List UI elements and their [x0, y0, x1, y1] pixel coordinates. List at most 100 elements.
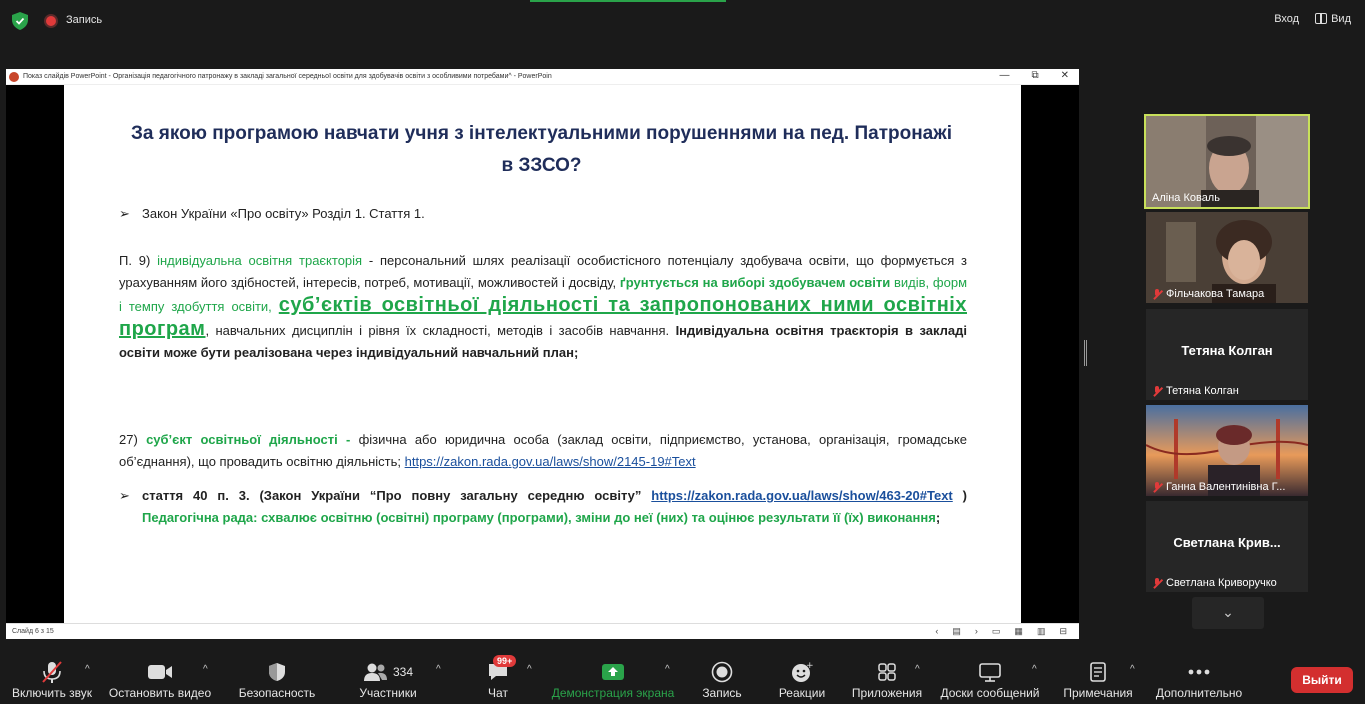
- sidebar-resize-handle[interactable]: [1084, 340, 1087, 366]
- apps-button[interactable]: Приложения: [846, 648, 928, 704]
- chat-label: Чат: [488, 686, 508, 700]
- normal-view-icon[interactable]: ▭: [992, 626, 1001, 637]
- p9-prefix: П. 9): [119, 253, 158, 268]
- ppt-titlebar: Показ слайдів PowerPoint - Організація п…: [6, 69, 1079, 85]
- slide-title: За якою програмою навчати учня з інтелек…: [131, 123, 952, 176]
- muted-mic-icon: [1152, 577, 1162, 589]
- share-options-caret[interactable]: ^: [665, 664, 670, 675]
- participant-tile[interactable]: Тетяна Колган Тетяна Колган: [1146, 309, 1308, 400]
- recording-indicator-icon: [44, 14, 58, 28]
- prev-slide-button[interactable]: ‹: [935, 626, 938, 637]
- participants-icon: [363, 663, 387, 681]
- close-icon[interactable]: ✕: [1061, 70, 1069, 81]
- view-label: Вид: [1331, 13, 1351, 25]
- slide-menu-button[interactable]: ▤: [952, 626, 961, 637]
- p27-prefix: 27): [119, 432, 147, 447]
- recording-label: Запись: [66, 14, 103, 26]
- whiteboards-options-caret[interactable]: ^: [1032, 664, 1037, 675]
- slideshow-view-icon[interactable]: ⊟: [1059, 626, 1067, 637]
- record-button[interactable]: Запись: [692, 648, 752, 704]
- muted-mic-icon: [1152, 481, 1162, 493]
- reactions-button[interactable]: + Реакции: [772, 648, 832, 704]
- record-icon: [711, 661, 733, 683]
- muted-mic-icon: [42, 661, 62, 683]
- apps-icon: [878, 663, 896, 681]
- powerpoint-logo-icon: [9, 71, 19, 82]
- art40-bold: стаття 40 п. 3. (Закон України “Про повн…: [142, 488, 652, 503]
- muted-mic-icon: [1152, 385, 1162, 397]
- leave-meeting-button[interactable]: Выйти: [1291, 667, 1353, 693]
- participant-name: Светлана Криворучко: [1152, 577, 1277, 589]
- sorter-view-icon[interactable]: ▦: [1014, 626, 1023, 637]
- participant-name-text: Аліна Коваль: [1152, 192, 1220, 204]
- security-label: Безопасность: [238, 686, 316, 700]
- bullet-arrow-icon: ➢: [119, 206, 130, 221]
- apps-options-caret[interactable]: ^: [915, 664, 920, 675]
- video-options-caret[interactable]: ^: [203, 664, 208, 675]
- participants-button[interactable]: 334 Участники: [350, 648, 426, 704]
- top-accent-line: [530, 0, 726, 2]
- participant-tile[interactable]: Аліна Коваль: [1144, 114, 1310, 209]
- participants-label: Участники: [359, 686, 417, 700]
- participant-tile[interactable]: Светлана Крив... Светлана Криворучко: [1146, 501, 1308, 592]
- reading-view-icon[interactable]: ▥: [1037, 626, 1046, 637]
- notes-label: Примечания: [1063, 686, 1133, 700]
- p9-term: індивідуальна освітня траєкторія: [157, 253, 363, 268]
- art40-end: ;: [935, 510, 941, 525]
- audio-options-caret[interactable]: ^: [85, 664, 90, 675]
- law-line: Закон України «Про освіту» Розділ 1. Ста…: [142, 206, 425, 221]
- participant-name-text: Тетяна Колган: [1166, 385, 1239, 397]
- whiteboards-button[interactable]: Доски сообщений: [936, 648, 1044, 704]
- participants-count: 334: [392, 665, 414, 679]
- participant-name: Аліна Коваль: [1152, 192, 1220, 204]
- whiteboards-label: Доски сообщений: [940, 686, 1040, 700]
- unmute-button[interactable]: Включить звук: [6, 648, 98, 704]
- stop-video-button[interactable]: Остановить видео: [106, 648, 214, 704]
- reactions-label: Реакции: [778, 686, 826, 700]
- participant-name-text: Светлана Криворучко: [1166, 577, 1277, 589]
- p9-green-bold: ґрунтується на виборі здобувачем освіти: [619, 275, 891, 290]
- participant-display-name: Светлана Крив...: [1173, 535, 1281, 550]
- participant-tile[interactable]: Ганна Валентинівна Г...: [1146, 405, 1308, 496]
- view-button[interactable]: Вид: [1315, 13, 1351, 25]
- chat-button[interactable]: 99+ Чат: [474, 648, 522, 704]
- signin-button[interactable]: Вход: [1274, 13, 1299, 25]
- art40-green: Педагогічна рада: схвалює освітню (освіт…: [142, 510, 936, 525]
- encryption-shield-icon[interactable]: [12, 12, 28, 30]
- slide: За якою програмою навчати учня з інтелек…: [64, 85, 1021, 623]
- participant-name: Ганна Валентинівна Г...: [1152, 481, 1285, 493]
- meeting-top-bar: Запись Вход Вид: [0, 0, 1365, 44]
- participant-tile[interactable]: Фільчакова Тамара: [1146, 212, 1308, 303]
- participant-name-text: Фільчакова Тамара: [1166, 288, 1265, 300]
- more-label: Дополнительно: [1155, 686, 1243, 700]
- svg-text:+: +: [806, 661, 813, 671]
- notes-button[interactable]: Примечания: [1058, 648, 1138, 704]
- slide-counter: Слайд 6 з 15: [12, 628, 54, 635]
- participant-name: Фільчакова Тамара: [1152, 288, 1264, 300]
- slide-area: За якою програмою навчати учня з інтелек…: [6, 85, 1079, 623]
- security-button[interactable]: Безопасность: [234, 648, 320, 704]
- ppt-status-bar: Слайд 6 з 15 ‹ ▤ › ▭ ▦ ▥ ⊟: [6, 623, 1079, 639]
- p27-term: суб’єкт освітньої діяльності -: [146, 432, 351, 447]
- more-button[interactable]: Дополнительно: [1152, 648, 1246, 704]
- art40-link[interactable]: https://zakon.rada.gov.ua/laws/show/463-…: [651, 488, 953, 503]
- chat-unread-badge: 99+: [493, 655, 517, 667]
- participant-name-text: Ганна Валентинівна Г...: [1166, 481, 1286, 493]
- p27-link[interactable]: https://zakon.rada.gov.ua/laws/show/2145…: [405, 454, 696, 469]
- restore-icon[interactable]: ⧉: [1031, 70, 1038, 81]
- minimize-icon[interactable]: —: [999, 70, 1009, 81]
- security-shield-icon: [269, 663, 285, 681]
- next-slide-button[interactable]: ›: [975, 626, 978, 637]
- record-label: Запись: [702, 686, 742, 700]
- share-screen-button[interactable]: Демонстрация экрана: [548, 648, 678, 704]
- participants-options-caret[interactable]: ^: [436, 664, 441, 675]
- whiteboard-icon: [979, 663, 1001, 682]
- share-screen-label: Демонстрация экрана: [551, 686, 675, 700]
- more-dots-icon: [1188, 669, 1210, 675]
- gallery-scroll-down-button[interactable]: ⌄: [1192, 597, 1264, 629]
- chat-options-caret[interactable]: ^: [527, 664, 532, 675]
- stop-video-label: Остановить видео: [108, 686, 212, 700]
- notes-options-caret[interactable]: ^: [1130, 664, 1135, 675]
- paragraph-p27: 27) суб’єкт освітньої діяльності - фізич…: [119, 429, 967, 473]
- share-screen-icon: [602, 664, 624, 680]
